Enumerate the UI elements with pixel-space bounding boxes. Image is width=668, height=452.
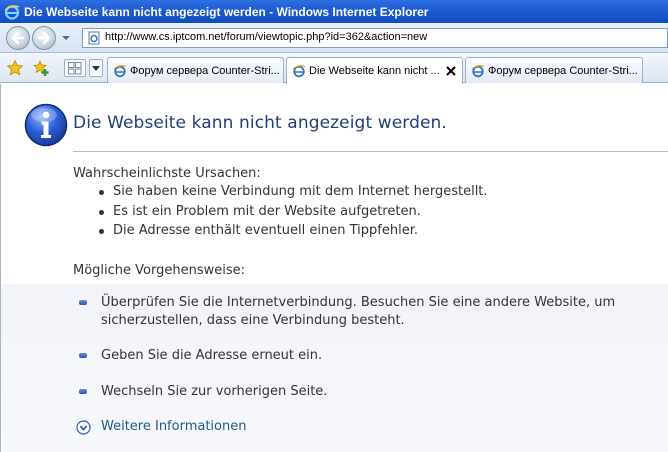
recent-pages-dropdown-icon[interactable] [61, 33, 71, 43]
causes-list: Sie haben keine Verbindung mit dem Inter… [97, 184, 488, 243]
internet-explorer-icon [4, 4, 20, 20]
window-title: Die Webseite kann nicht angezeigt werden… [24, 4, 429, 19]
causes-heading: Wahrscheinlichste Ursachen: [73, 166, 261, 181]
more-information-link[interactable]: Weitere Informationen [101, 419, 246, 434]
ie-page-icon [471, 64, 485, 77]
tab-bar: Форум сервера Counter-Stri... Die Websei… [0, 53, 668, 84]
address-url[interactable]: http://www.cs.iptcom.net/forum/viewtopic… [105, 31, 427, 43]
tab-label: Форум сервера Counter-Stri... [130, 64, 280, 77]
bullet-icon [79, 300, 87, 305]
arrow-left-icon [11, 31, 25, 45]
page-icon [88, 31, 100, 45]
ie-page-icon [292, 65, 306, 78]
bullet-icon [79, 389, 87, 394]
title-divider [73, 151, 668, 152]
tab-forum-2[interactable]: Форум сервера Counter-Stri... [465, 57, 643, 83]
action-retype-address: Geben Sie die Adresse erneut ein. [101, 348, 323, 363]
address-bar[interactable]: http://www.cs.iptcom.net/forum/viewtopic… [82, 28, 668, 48]
window-titlebar: Die Webseite kann nicht angezeigt werden… [0, 0, 668, 23]
forward-button[interactable] [32, 26, 56, 50]
ie-page-icon [113, 64, 127, 77]
actions-heading: Mögliche Vorgehensweise: [73, 263, 246, 278]
action-go-back: Wechseln Sie zur vorherigen Seite. [101, 384, 328, 399]
chevron-down-icon [92, 66, 100, 71]
quick-tabs-button[interactable] [64, 59, 86, 77]
page-content: Die Webseite kann nicht angezeigt werden… [0, 84, 668, 452]
add-favorites-icon[interactable] [32, 59, 50, 77]
grid-icon [68, 62, 82, 75]
favorites-star-icon[interactable] [6, 59, 24, 77]
back-button[interactable] [6, 26, 30, 50]
list-item: Es ist ein Problem mit der Website aufge… [97, 204, 488, 224]
bullet-icon [79, 353, 87, 358]
tab-label: Die Webseite kann nicht ... [309, 65, 440, 77]
tab-label: Форум сервера Counter-Stri... [488, 64, 638, 77]
tab-forum-1[interactable]: Форум сервера Counter-Stri... [107, 57, 284, 83]
close-icon[interactable] [445, 66, 456, 76]
info-icon [24, 103, 68, 147]
actions-panel: Überprüfen Sie die Internetverbindung. B… [1, 284, 668, 452]
arrow-right-icon [37, 31, 51, 45]
expand-chevron-icon[interactable] [76, 420, 91, 435]
list-item: Die Adresse enthält eventuell einen Tipp… [97, 223, 488, 243]
list-item: Sie haben keine Verbindung mit dem Inter… [97, 184, 488, 204]
page-title: Die Webseite kann nicht angezeigt werden… [73, 113, 447, 133]
navigation-bar: http://www.cs.iptcom.net/forum/viewtopic… [0, 23, 668, 53]
action-check-connection: Überprüfen Sie die Internetverbindung. B… [101, 295, 616, 328]
tab-error-page[interactable]: Die Webseite kann nicht ... [286, 57, 463, 84]
tab-list-button[interactable] [89, 59, 103, 77]
